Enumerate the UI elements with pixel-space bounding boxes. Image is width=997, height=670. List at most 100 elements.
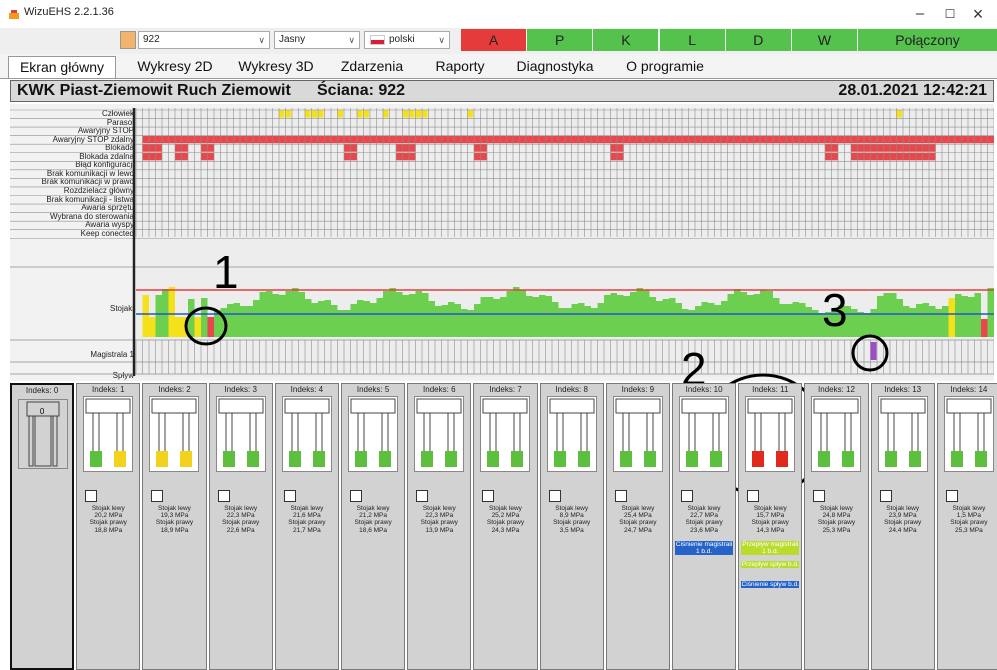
- stojak-bar: [727, 294, 734, 337]
- shield-card[interactable]: Indeks: 6 Stojak lewy 22,3 MPa Stojak prawy…: [407, 383, 472, 670]
- remote-block-marker: [857, 152, 864, 161]
- remote-stop-marker: [337, 135, 344, 144]
- block-marker: [181, 144, 188, 152]
- magistrala-marker: [870, 342, 877, 360]
- shield-mode-icon[interactable]: [283, 490, 296, 502]
- card-info: Stojak lewy 22,7 MPa Stojak prawy 23,6 MPa: [673, 505, 735, 534]
- wall-flag-icon[interactable]: [120, 31, 136, 49]
- tab-5[interactable]: Diagnostyka: [503, 56, 607, 78]
- shield-card[interactable]: Indeks: 11 Stojak lewy 15,7 MPa Stojak praw…: [738, 383, 803, 670]
- shield-card[interactable]: Indeks: 2 Stojak lewy 19,3 MPa Stojak prawy…: [142, 383, 207, 670]
- left-prop-label: Stojak lewy: [555, 505, 589, 512]
- remote-stop-marker: [415, 135, 422, 144]
- remote-stop-marker: [565, 135, 572, 144]
- remote-stop-marker: [942, 135, 949, 144]
- stojak-bar: [955, 294, 962, 337]
- left-prop-label: Stojak lewy: [290, 505, 324, 512]
- stojak-bar: [233, 303, 240, 337]
- tab-2[interactable]: Wykresy 3D: [232, 56, 320, 78]
- left-prop-label: Stojak lewy: [422, 505, 456, 512]
- card-number: 0: [39, 407, 45, 416]
- right-prop-label: Stojak prawy: [884, 519, 922, 527]
- remote-stop-marker: [305, 135, 312, 144]
- shield-mode-icon[interactable]: [217, 490, 230, 502]
- remote-stop-marker: [649, 135, 656, 144]
- remote-block-marker: [864, 152, 871, 161]
- stojak-bar: [916, 304, 923, 337]
- stojak-bar: [597, 303, 604, 337]
- shield-card[interactable]: Indeks: 9 Stojak lewy 25,4 MPa Stojak prawy…: [605, 383, 670, 670]
- shield-card[interactable]: Indeks: 4 Stojak lewy 21,6 MPa Stojak prawy…: [274, 383, 339, 670]
- remote-stop-marker: [825, 135, 832, 144]
- block-marker: [402, 144, 409, 152]
- shield-diagram-icon: [414, 396, 465, 472]
- remote-stop-marker: [805, 135, 812, 144]
- shield-mode-icon[interactable]: [350, 490, 362, 502]
- remote-stop-marker: [870, 135, 877, 144]
- shield-mode-icon[interactable]: [85, 490, 98, 502]
- remote-stop-marker: [370, 135, 377, 144]
- stojak-bar: [675, 303, 682, 337]
- polish-flag-icon: [370, 35, 385, 45]
- tab-4[interactable]: Raporty: [423, 56, 497, 78]
- shield-card[interactable]: Indeks: 12 Stojak lewy 24,8 MPa Stojak praw…: [804, 383, 869, 670]
- shield-card[interactable]: Indeks: 14 Stojak lewy 1,5 MPa Stojak prawy…: [936, 383, 997, 670]
- minimize-button[interactable]: –: [905, 2, 935, 26]
- stojak-bar: [948, 298, 955, 337]
- left-prop-label: Stojak lewy: [356, 505, 390, 512]
- shield-mode-icon[interactable]: [416, 490, 429, 502]
- block-marker: [909, 144, 916, 152]
- tab-1[interactable]: Wykresy 2D: [125, 56, 225, 78]
- left-prop-label: Stojak lewy: [952, 505, 986, 512]
- left-prop-value: 22,3 MPa: [226, 512, 255, 520]
- right-prop-label: Stojak prawy: [354, 519, 392, 527]
- shield-card[interactable]: Indeks: 7 Stojak lewy 25,2 MPa Stojak prawy…: [473, 383, 538, 670]
- stojak-bar: [162, 289, 169, 337]
- remote-block-marker: [480, 152, 487, 161]
- language-select[interactable]: polski ∨: [364, 31, 450, 49]
- shield-mode-icon[interactable]: [747, 490, 760, 502]
- block-marker: [857, 144, 864, 152]
- card-index: Indeks: 4: [290, 385, 324, 394]
- remote-block-marker: [929, 152, 936, 161]
- shield-card[interactable]: Indeks: 1 Stojak lewy 20,2 MPa Stojak prawy…: [76, 383, 141, 670]
- shield-card[interactable]: Indeks: 0 0: [10, 383, 75, 670]
- human-event-marker: [311, 110, 317, 118]
- block-marker: [825, 144, 832, 152]
- close-button[interactable]: ×: [963, 2, 993, 26]
- stojak-bar: [604, 295, 611, 337]
- right-prop-value: 25,3 MPa: [954, 526, 983, 534]
- wall-select[interactable]: 922 ∨: [138, 31, 270, 49]
- remote-stop-marker: [324, 135, 331, 144]
- maximize-button[interactable]: ☐: [935, 2, 965, 26]
- shield-mode-icon[interactable]: [151, 490, 164, 502]
- right-prop-value: 23,6 MPa: [690, 526, 718, 534]
- remote-block-marker: [831, 152, 838, 161]
- shield-card[interactable]: Indeks: 13 Stojak lewy 23,9 MPa Stojak praw…: [870, 383, 935, 670]
- shield-card[interactable]: Indeks: 10 Stojak lewy 22,7 MPa Stojak praw…: [672, 383, 737, 670]
- remote-stop-marker: [188, 135, 195, 144]
- theme-select[interactable]: Jasny ∨: [274, 31, 360, 49]
- stojak-bar: [779, 304, 786, 337]
- shield-card[interactable]: Indeks: 5 Stojak lewy 21,2 MPa Stojak prawy…: [341, 383, 406, 670]
- shield-mode-icon[interactable]: [813, 490, 826, 502]
- tab-6[interactable]: O programie: [613, 56, 717, 78]
- shield-card[interactable]: Indeks: 3 Stojak lewy 22,3 MPa Stojak prawy…: [208, 383, 273, 670]
- shield-mode-icon[interactable]: [482, 490, 495, 502]
- tab-0[interactable]: Ekran główny: [8, 56, 116, 78]
- stojak-bar: [857, 312, 864, 337]
- tab-3[interactable]: Zdarzenia: [327, 56, 417, 78]
- shield-mode-icon[interactable]: [548, 490, 561, 502]
- remote-block-marker: [474, 152, 481, 161]
- status-cell-l: L: [659, 29, 725, 51]
- shield-card[interactable]: Indeks: 8 Stojak lewy 8,9 MPa Stojak prawy 3…: [539, 383, 604, 670]
- right-prop-value: 21,7 MPa: [292, 526, 321, 534]
- shield-mode-icon[interactable]: [945, 490, 958, 502]
- shield-mode-icon[interactable]: [879, 490, 892, 502]
- remote-stop-marker: [799, 135, 806, 144]
- shield-mode-icon[interactable]: [614, 490, 627, 502]
- stojak-bar: [142, 295, 149, 337]
- shield-mode-icon[interactable]: [681, 490, 693, 502]
- block-marker: [831, 144, 838, 152]
- remote-stop-marker: [818, 135, 825, 144]
